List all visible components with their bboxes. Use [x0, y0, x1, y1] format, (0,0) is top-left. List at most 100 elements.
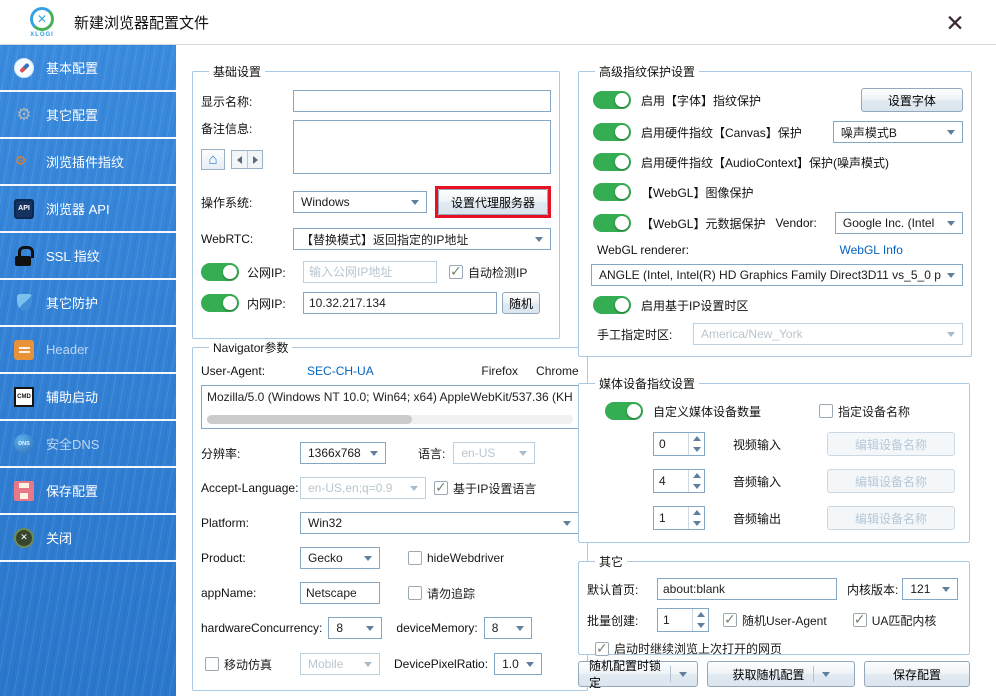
- horizontal-scrollbar[interactable]: [207, 415, 573, 424]
- audio-output-spinner[interactable]: 1: [653, 506, 705, 530]
- left-arrow-button[interactable]: [232, 151, 247, 168]
- accept-language-select[interactable]: en-US,en;q=0.9: [300, 477, 426, 499]
- group-navigator-params: Navigator参数 User-Agent: SEC-CH-UA Firefo…: [192, 339, 588, 691]
- cmd-icon: CMD: [14, 386, 34, 407]
- audio-input-spinner[interactable]: 4: [653, 469, 705, 493]
- edit-audio-output-devices-button[interactable]: 编辑设备名称: [827, 506, 955, 530]
- mobile-emulation-checkbox[interactable]: [205, 657, 219, 671]
- product-select[interactable]: Gecko: [300, 547, 380, 569]
- remark-textarea[interactable]: [293, 120, 551, 174]
- lan-ip-input[interactable]: [303, 292, 497, 314]
- spin-down-icon[interactable]: [689, 481, 704, 492]
- group-legend: 基础设置: [213, 65, 262, 79]
- api-icon: API: [14, 198, 34, 219]
- spin-down-icon[interactable]: [689, 518, 704, 529]
- group-media-devices: 媒体设备指纹设置 自定义媒体设备数量 指定设备名称 0 视频输入 编辑设备名称 …: [578, 375, 970, 543]
- ip-timezone-toggle[interactable]: [593, 296, 631, 314]
- right-arrow-button[interactable]: [247, 151, 262, 168]
- close-window-icon[interactable]: ✕: [940, 8, 970, 38]
- save-config-button[interactable]: 保存配置: [864, 661, 970, 687]
- set-proxy-button[interactable]: 设置代理服务器: [438, 189, 548, 215]
- sidebar-item-header[interactable]: Header: [0, 327, 176, 374]
- platform-select[interactable]: Win32: [300, 512, 579, 534]
- public-ip-input[interactable]: [303, 261, 437, 283]
- specify-device-names-checkbox[interactable]: [819, 404, 834, 418]
- audio-protect-label: 启用硬件指纹【AudioContext】保护(噪声模式): [641, 155, 890, 170]
- sidebar-item-basic-config[interactable]: 基本配置: [0, 45, 176, 92]
- spin-up-icon[interactable]: [693, 609, 708, 620]
- mobile-select[interactable]: Mobile: [300, 653, 381, 675]
- sidebar-item-label: SSL 指纹: [46, 249, 100, 264]
- public-ip-toggle[interactable]: [201, 263, 239, 281]
- sidebar-item-secure-dns[interactable]: DNS 安全DNS: [0, 421, 176, 468]
- fetch-random-config-button[interactable]: 获取随机配置: [707, 661, 855, 687]
- vendor-select[interactable]: Google Inc. (Intel: [834, 212, 963, 234]
- timezone-select[interactable]: America/New_York: [693, 323, 963, 345]
- custom-media-count-toggle[interactable]: [605, 402, 643, 420]
- spin-up-icon[interactable]: [689, 470, 704, 481]
- canvas-protect-toggle[interactable]: [593, 123, 631, 141]
- video-input-spinner[interactable]: 0: [653, 432, 705, 456]
- font-protect-toggle[interactable]: [593, 91, 631, 109]
- chrome-preset-link[interactable]: Chrome: [536, 364, 579, 378]
- sidebar-item-close[interactable]: ✕ 关闭: [0, 515, 176, 562]
- spin-down-icon[interactable]: [693, 620, 708, 631]
- set-font-button[interactable]: 设置字体: [860, 88, 963, 112]
- random-ip-button[interactable]: 随机: [502, 292, 541, 314]
- public-ip-label: 公网IP:: [247, 265, 286, 280]
- sidebar-item-save-config[interactable]: 保存配置: [0, 468, 176, 515]
- display-name-input[interactable]: [293, 90, 551, 112]
- resume-browsing-checkbox[interactable]: [595, 640, 609, 657]
- device-memory-select[interactable]: 8: [483, 617, 532, 639]
- group-legend: Navigator参数: [213, 341, 289, 355]
- webgl-image-toggle[interactable]: [593, 183, 631, 201]
- hardware-concurrency-select[interactable]: 8: [328, 617, 383, 639]
- sidebar-item-plugin-fingerprint[interactable]: 浏览插件指纹: [0, 139, 176, 186]
- canvas-mode-select[interactable]: 噪声模式B: [832, 121, 963, 143]
- resolution-label: 分辨率:: [201, 446, 241, 461]
- sidebar-item-assist-launch[interactable]: CMD 辅助启动: [0, 374, 176, 421]
- webgl-info-link[interactable]: WebGL Info: [840, 243, 903, 257]
- sidebar-item-other-config[interactable]: ⚙ 其它配置: [0, 92, 176, 139]
- sidebar-item-label: 浏览器 API: [46, 202, 110, 217]
- compass-icon: [14, 57, 34, 78]
- webgl-renderer-select[interactable]: ANGLE (Intel, Intel(R) HD Graphics Famil…: [591, 264, 963, 286]
- random-lock-button[interactable]: 随机配置时锁定: [578, 659, 698, 690]
- os-select[interactable]: Windows: [293, 191, 427, 213]
- batch-create-spinner[interactable]: 1: [657, 608, 709, 632]
- spin-up-icon[interactable]: [689, 507, 704, 518]
- firefox-preset-link[interactable]: Firefox: [481, 364, 518, 378]
- ip-language-checkbox[interactable]: [434, 479, 448, 496]
- auto-detect-ip-label: 自动检测IP: [468, 265, 528, 280]
- home-button[interactable]: ⌂: [201, 149, 225, 170]
- edit-audio-input-devices-button[interactable]: 编辑设备名称: [827, 469, 955, 493]
- language-select[interactable]: en-US: [453, 442, 536, 464]
- sidebar-item-other-protection[interactable]: 其它防护: [0, 280, 176, 327]
- appname-input[interactable]: [300, 582, 380, 604]
- audio-protect-toggle[interactable]: [593, 153, 631, 171]
- sidebar-item-browser-api[interactable]: API 浏览器 API: [0, 186, 176, 233]
- lan-ip-toggle[interactable]: [201, 294, 239, 312]
- sec-ch-ua-link[interactable]: SEC-CH-UA: [307, 364, 374, 378]
- app-logo: ✕ XLOGI: [24, 6, 60, 38]
- resolution-select[interactable]: 1366x768: [300, 442, 386, 464]
- do-not-track-checkbox[interactable]: [408, 586, 422, 600]
- spin-up-icon[interactable]: [689, 433, 704, 444]
- user-agent-box[interactable]: Mozilla/5.0 (Windows NT 10.0; Win64; x64…: [201, 385, 579, 429]
- webrtc-select[interactable]: 【替换模式】返回指定的IP地址: [293, 228, 551, 250]
- hide-webdriver-checkbox[interactable]: [408, 551, 422, 565]
- device-pixel-ratio-select[interactable]: 1.0: [494, 653, 543, 675]
- sidebar-item-ssl-fingerprint[interactable]: SSL 指纹: [0, 233, 176, 280]
- edit-video-devices-button[interactable]: 编辑设备名称: [827, 432, 955, 456]
- chevron-down-icon: [562, 520, 571, 526]
- random-ua-label: 随机User-Agent: [742, 613, 827, 628]
- random-ua-checkbox[interactable]: [723, 611, 737, 628]
- spin-down-icon[interactable]: [689, 444, 704, 455]
- ua-match-kernel-checkbox[interactable]: [852, 611, 867, 628]
- scrollbar-thumb[interactable]: [207, 415, 412, 424]
- homepage-input[interactable]: [657, 578, 837, 600]
- kernel-version-select[interactable]: 121: [902, 578, 959, 600]
- video-input-label: 视频输入: [733, 437, 782, 452]
- auto-detect-ip-checkbox[interactable]: [449, 263, 463, 280]
- webgl-meta-toggle[interactable]: [593, 214, 631, 232]
